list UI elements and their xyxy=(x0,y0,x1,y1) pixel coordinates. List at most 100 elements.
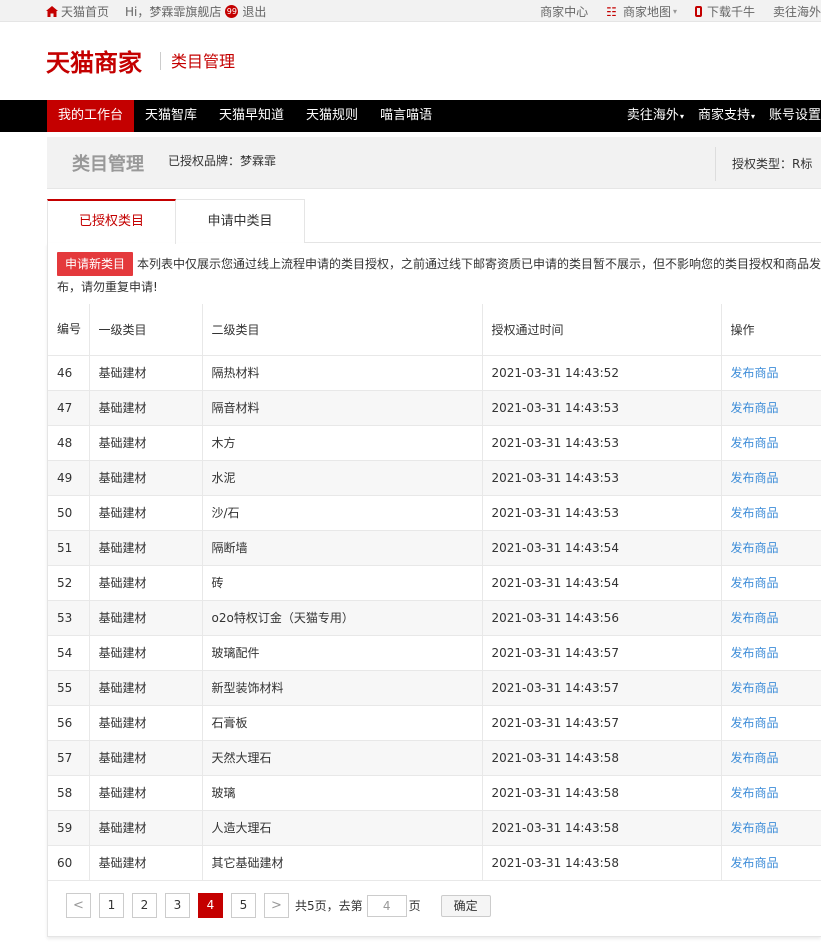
table-row: 51 基础建材 隔断墙 2021-03-31 14:43:54 发布商品 xyxy=(48,530,821,566)
page-suffix-text: 页 xyxy=(408,899,421,913)
title-divider xyxy=(715,147,716,181)
overseas-link[interactable]: 卖往海外 xyxy=(773,3,821,20)
cell-approved-time: 2021-03-31 14:43:57 xyxy=(482,670,722,706)
cell-level1-category: 基础建材 xyxy=(89,530,203,566)
table-row: 49 基础建材 水泥 2021-03-31 14:43:53 发布商品 xyxy=(48,460,821,496)
publish-product-link[interactable]: 发布商品 xyxy=(721,390,821,426)
greeting-text[interactable]: Hi，梦霖霏旗舰店 xyxy=(125,3,221,20)
nav-item-miao-talk[interactable]: 喵言喵语 xyxy=(369,100,443,132)
page-button-5[interactable]: 5 xyxy=(231,893,256,918)
cell-level2-category: 石膏板 xyxy=(202,705,483,741)
cell-level2-category: 砖 xyxy=(202,565,483,601)
cell-level2-category: 木方 xyxy=(202,425,483,461)
cell-level1-category: 基础建材 xyxy=(89,635,203,671)
page-button-4[interactable]: 4 xyxy=(198,893,223,918)
publish-product-link[interactable]: 发布商品 xyxy=(721,810,821,846)
table-row: 59 基础建材 人造大理石 2021-03-31 14:43:58 发布商品 xyxy=(48,810,821,846)
cell-level2-category: 沙/石 xyxy=(202,495,483,531)
table-row: 53 基础建材 o2o特权订金（天猫专用） 2021-03-31 14:43:56 发布… xyxy=(48,600,821,636)
merchant-center-link[interactable]: 商家中心 xyxy=(540,3,588,20)
cell-level1-category: 基础建材 xyxy=(89,460,203,496)
cell-number: 49 xyxy=(48,460,90,496)
publish-product-link[interactable]: 发布商品 xyxy=(721,845,821,881)
cell-number: 51 xyxy=(48,530,90,566)
nav-item-account-settings[interactable]: 账号设置 xyxy=(755,100,821,132)
pagination: < 1 2 3 4 5 > 共5页，去第 4 页 确定 xyxy=(66,893,491,918)
nav-item-rules[interactable]: 天猫规则 xyxy=(295,100,369,132)
prev-page-button[interactable]: < xyxy=(66,893,91,918)
column-header-level1: 一级类目 xyxy=(89,304,203,356)
cell-approved-time: 2021-03-31 14:43:54 xyxy=(482,565,722,601)
page-jump-confirm-button[interactable]: 确定 xyxy=(440,894,491,917)
cell-level2-category: o2o特权订金（天猫专用） xyxy=(202,600,483,636)
merchant-map-menu[interactable]: ☷ 商家地图 ▾ xyxy=(606,3,677,20)
nav-item-think-tank[interactable]: 天猫智库 xyxy=(134,100,208,132)
cell-number: 57 xyxy=(48,740,90,776)
table-header-row: 编号 一级类目 二级类目 授权通过时间 操作 xyxy=(48,304,821,356)
cell-approved-time: 2021-03-31 14:43:53 xyxy=(482,390,722,426)
cell-level2-category: 隔音材料 xyxy=(202,390,483,426)
column-header-number: 编号 xyxy=(48,304,90,356)
merchant-map-label: 商家地图 xyxy=(622,5,671,19)
cell-level2-category: 人造大理石 xyxy=(202,810,483,846)
cell-level1-category: 基础建材 xyxy=(89,600,203,636)
nav-item-workbench[interactable]: 我的工作台 xyxy=(47,100,135,132)
cell-approved-time: 2021-03-31 14:43:57 xyxy=(482,705,722,741)
tab-pending-categories[interactable]: 申请中类目 xyxy=(176,199,305,243)
publish-product-link[interactable]: 发布商品 xyxy=(721,495,821,531)
cell-number: 50 xyxy=(48,495,90,531)
publish-product-link[interactable]: 发布商品 xyxy=(721,565,821,601)
page-button-2[interactable]: 2 xyxy=(132,893,157,918)
category-tabs: 已授权类目 申请中类目 xyxy=(47,199,821,244)
cell-level1-category: 基础建材 xyxy=(89,810,203,846)
cell-number: 47 xyxy=(48,390,90,426)
cell-level2-category: 天然大理石 xyxy=(202,740,483,776)
cell-approved-time: 2021-03-31 14:43:58 xyxy=(482,775,722,811)
page-button-1[interactable]: 1 xyxy=(99,893,124,918)
publish-product-link[interactable]: 发布商品 xyxy=(721,460,821,496)
tmall-merchant-logo[interactable]: 天猫商家 xyxy=(46,43,142,78)
next-page-button[interactable]: > xyxy=(264,893,289,918)
publish-product-link[interactable]: 发布商品 xyxy=(721,425,821,461)
nav-support-label: 商家支持 xyxy=(697,108,750,123)
page-button-3[interactable]: 3 xyxy=(165,893,190,918)
publish-product-link[interactable]: 发布商品 xyxy=(721,775,821,811)
cell-approved-time: 2021-03-31 14:43:53 xyxy=(482,460,722,496)
phone-icon xyxy=(694,6,702,17)
cell-number: 59 xyxy=(48,810,90,846)
cell-number: 56 xyxy=(48,705,90,741)
cell-approved-time: 2021-03-31 14:43:58 xyxy=(482,845,722,881)
cell-number: 48 xyxy=(48,425,90,461)
tab-authorized-categories[interactable]: 已授权类目 xyxy=(47,199,176,244)
chevron-down-icon: ▾ xyxy=(672,7,677,16)
nav-item-overseas[interactable]: 卖往海外▾ xyxy=(613,100,684,132)
publish-product-link[interactable]: 发布商品 xyxy=(721,705,821,741)
download-qianniu-link[interactable]: 下载千牛 xyxy=(694,3,755,20)
publish-product-link[interactable]: 发布商品 xyxy=(721,530,821,566)
nav-item-support[interactable]: 商家支持▾ xyxy=(684,100,755,132)
cell-approved-time: 2021-03-31 14:43:52 xyxy=(482,355,722,391)
page-subtitle: 类目管理 xyxy=(171,52,236,71)
publish-product-link[interactable]: 发布商品 xyxy=(721,670,821,706)
cell-level1-category: 基础建材 xyxy=(89,845,203,881)
publish-product-link[interactable]: 发布商品 xyxy=(721,600,821,636)
nav-item-early-know[interactable]: 天猫早知道 xyxy=(208,100,295,132)
publish-product-link[interactable]: 发布商品 xyxy=(721,635,821,671)
cell-level1-category: 基础建材 xyxy=(89,775,203,811)
publish-product-link[interactable]: 发布商品 xyxy=(721,740,821,776)
home-link[interactable]: 天猫首页 xyxy=(61,3,109,20)
publish-product-link[interactable]: 发布商品 xyxy=(721,355,821,391)
cell-number: 54 xyxy=(48,635,90,671)
column-header-approved-time: 授权通过时间 xyxy=(482,304,722,356)
apply-new-category-button[interactable]: 申请新类目 xyxy=(57,252,134,276)
table-row: 54 基础建材 玻璃配件 2021-03-31 14:43:57 发布商品 xyxy=(48,635,821,671)
message-badge[interactable]: 99 xyxy=(225,5,239,18)
logo-divider xyxy=(160,52,161,70)
page-jump-input[interactable]: 4 xyxy=(366,894,407,917)
column-header-level2: 二级类目 xyxy=(202,304,483,356)
cell-number: 55 xyxy=(48,670,90,706)
column-header-action: 操作 xyxy=(721,304,821,356)
cell-level1-category: 基础建材 xyxy=(89,740,203,776)
cell-level1-category: 基础建材 xyxy=(89,705,203,741)
logout-link[interactable]: 退出 xyxy=(242,3,266,20)
